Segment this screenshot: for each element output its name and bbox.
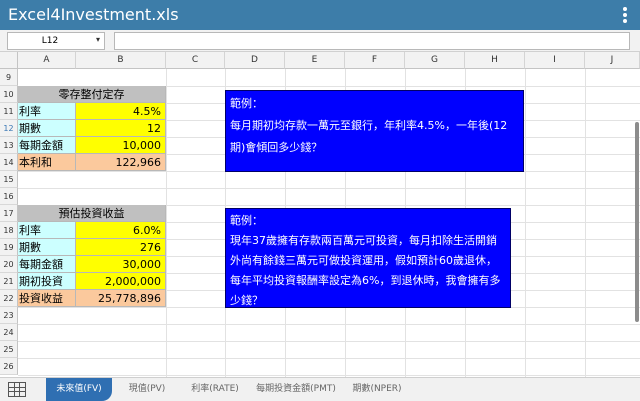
- table1-value[interactable]: 10,000: [76, 137, 166, 154]
- sheet-list-icon[interactable]: [8, 382, 26, 397]
- note-body: 每月期初均存款一萬元至銀行，年利率4.5%，一年後(12期)會傾回多少錢？: [230, 119, 508, 154]
- example-note-1[interactable]: 範例： 每月期初均存款一萬元至銀行，年利率4.5%，一年後(12期)會傾回多少錢…: [225, 90, 524, 172]
- row-header[interactable]: 15: [0, 171, 18, 188]
- row-header[interactable]: 23: [0, 307, 18, 324]
- column-header-h[interactable]: H: [465, 52, 525, 69]
- row-header[interactable]: 17: [0, 205, 18, 222]
- row-header[interactable]: 13: [0, 137, 18, 154]
- row-header[interactable]: 19: [0, 239, 18, 256]
- row-header[interactable]: 26: [0, 358, 18, 375]
- table1-label[interactable]: 期數: [18, 120, 76, 137]
- table1-result-value[interactable]: 122,966: [76, 154, 166, 171]
- column-header-j[interactable]: J: [585, 52, 640, 69]
- row-header[interactable]: 10: [0, 86, 18, 103]
- tab-pmt[interactable]: 每期投資金額(PMT): [252, 378, 340, 401]
- row-header[interactable]: 20: [0, 256, 18, 273]
- example-note-2[interactable]: 範例： 現年37歲擁有存款兩百萬元可投資，每月扣除生活開銷外尚有餘錢三萬元可做投…: [225, 208, 511, 308]
- table2-label[interactable]: 期數: [18, 239, 76, 256]
- column-header-a[interactable]: A: [18, 52, 76, 69]
- spreadsheet-grid[interactable]: A B C D E F G H I J 9 10 11 12 13 14 15 …: [0, 52, 640, 377]
- tab-future-value[interactable]: 未來值(FV): [46, 378, 112, 401]
- table2-label[interactable]: 利率: [18, 222, 76, 239]
- table2-header[interactable]: 預估投資收益: [18, 205, 166, 222]
- table1-value[interactable]: 12: [76, 120, 166, 137]
- table2-value[interactable]: 2,000,000: [76, 273, 166, 290]
- row-header[interactable]: 16: [0, 188, 18, 205]
- table1-label[interactable]: 每期金額: [18, 137, 76, 154]
- overflow-menu-icon[interactable]: [618, 6, 632, 24]
- table1-header[interactable]: 零存整付定存: [18, 86, 166, 103]
- column-header-b[interactable]: B: [76, 52, 166, 69]
- note-body: 現年37歲擁有存款兩百萬元可投資，每月扣除生活開銷外尚有餘錢三萬元可做投資運用，…: [230, 234, 501, 307]
- table2-label[interactable]: 每期金額: [18, 256, 76, 273]
- row-header[interactable]: 14: [0, 154, 18, 171]
- sheet-tab-bar: 未來值(FV) 現值(PV) 利率(RATE) 每期投資金額(PMT) 期數(N…: [0, 377, 640, 401]
- row-header[interactable]: 11: [0, 103, 18, 120]
- table2-value[interactable]: 6.0%: [76, 222, 166, 239]
- column-header-i[interactable]: I: [525, 52, 585, 69]
- table1-value[interactable]: 4.5%: [76, 103, 166, 120]
- tab-rate[interactable]: 利率(RATE): [184, 378, 246, 401]
- row-header[interactable]: 25: [0, 341, 18, 358]
- select-all-corner[interactable]: [0, 52, 18, 69]
- table2-result-value[interactable]: 25,778,896: [76, 290, 166, 307]
- tab-present-value[interactable]: 現值(PV): [118, 378, 176, 401]
- name-box-value: L12: [41, 36, 59, 46]
- table2-value[interactable]: 30,000: [76, 256, 166, 273]
- table2-result-label[interactable]: 投資收益: [18, 290, 76, 307]
- table1-result-label[interactable]: 本利和: [18, 154, 76, 171]
- row-header[interactable]: 9: [0, 69, 18, 86]
- table1-label[interactable]: 利率: [18, 103, 76, 120]
- column-header-d[interactable]: D: [225, 52, 285, 69]
- note-title: 範例：: [230, 97, 263, 110]
- chevron-down-icon[interactable]: ▾: [96, 35, 100, 44]
- note-title: 範例：: [230, 214, 263, 227]
- tab-nper[interactable]: 期數(NPER): [346, 378, 408, 401]
- formula-row: L12 ▾: [0, 30, 640, 52]
- name-box[interactable]: L12 ▾: [7, 32, 105, 50]
- table2-label[interactable]: 期初投資: [18, 273, 76, 290]
- column-header-c[interactable]: C: [166, 52, 225, 69]
- row-header[interactable]: 22: [0, 290, 18, 307]
- formula-input[interactable]: [114, 32, 630, 50]
- row-header[interactable]: 21: [0, 273, 18, 290]
- window-title: Excel4Investment.xls: [8, 5, 179, 24]
- column-header-e[interactable]: E: [285, 52, 345, 69]
- column-header-f[interactable]: F: [345, 52, 405, 69]
- row-header-active[interactable]: 12: [0, 120, 18, 137]
- column-header-g[interactable]: G: [405, 52, 465, 69]
- title-bar: Excel4Investment.xls: [0, 0, 640, 30]
- row-header[interactable]: 18: [0, 222, 18, 239]
- row-header[interactable]: 24: [0, 324, 18, 341]
- vertical-scrollbar[interactable]: [635, 122, 639, 322]
- table2-value[interactable]: 276: [76, 239, 166, 256]
